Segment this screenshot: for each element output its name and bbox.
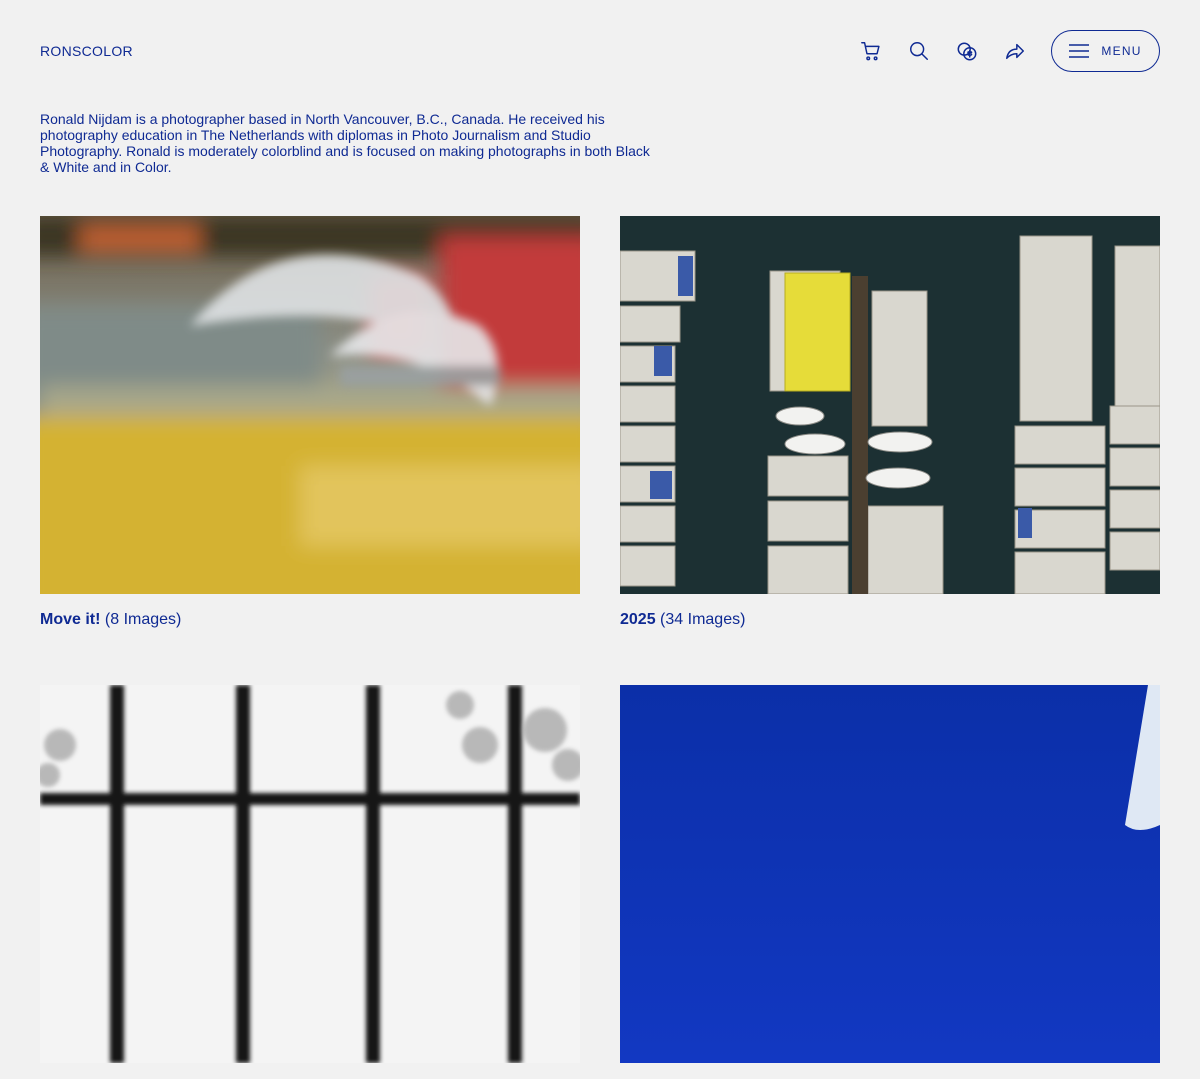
hamburger-icon <box>1069 44 1090 58</box>
gallery-thumbnail[interactable] <box>620 216 1160 594</box>
gallery-count: (34 Images) <box>660 611 746 628</box>
gallery-card-move-it[interactable]: Move it! (8 Images) <box>40 216 580 630</box>
gallery-thumbnail[interactable] <box>40 216 580 594</box>
menu-label: MENU <box>1101 44 1142 58</box>
search-icon[interactable] <box>907 39 931 63</box>
header-toolbar: MENU <box>859 30 1160 72</box>
gallery-thumbnail[interactable] <box>40 685 580 1063</box>
menu-button[interactable]: MENU <box>1051 30 1160 72</box>
site-logo[interactable]: RONSCOLOR <box>40 43 133 59</box>
cart-icon[interactable] <box>859 39 883 63</box>
gallery-card-3[interactable] <box>40 685 580 1079</box>
gallery-thumbnail[interactable] <box>620 685 1160 1063</box>
gallery-card-2025[interactable]: 2025 (34 Images) <box>620 216 1160 630</box>
gallery-caption[interactable]: Move it! (8 Images) <box>40 610 580 630</box>
gallery-title[interactable]: Move it! <box>40 611 100 628</box>
currency-icon[interactable] <box>955 39 979 63</box>
gallery-caption[interactable]: 2025 (34 Images) <box>620 610 1160 630</box>
intro-paragraph: Ronald Nijdam is a photographer based in… <box>40 111 650 175</box>
gallery-title[interactable]: 2025 <box>620 611 656 628</box>
gallery-card-4[interactable] <box>620 685 1160 1079</box>
share-icon[interactable] <box>1003 39 1027 63</box>
gallery-count: (8 Images) <box>104 611 182 628</box>
